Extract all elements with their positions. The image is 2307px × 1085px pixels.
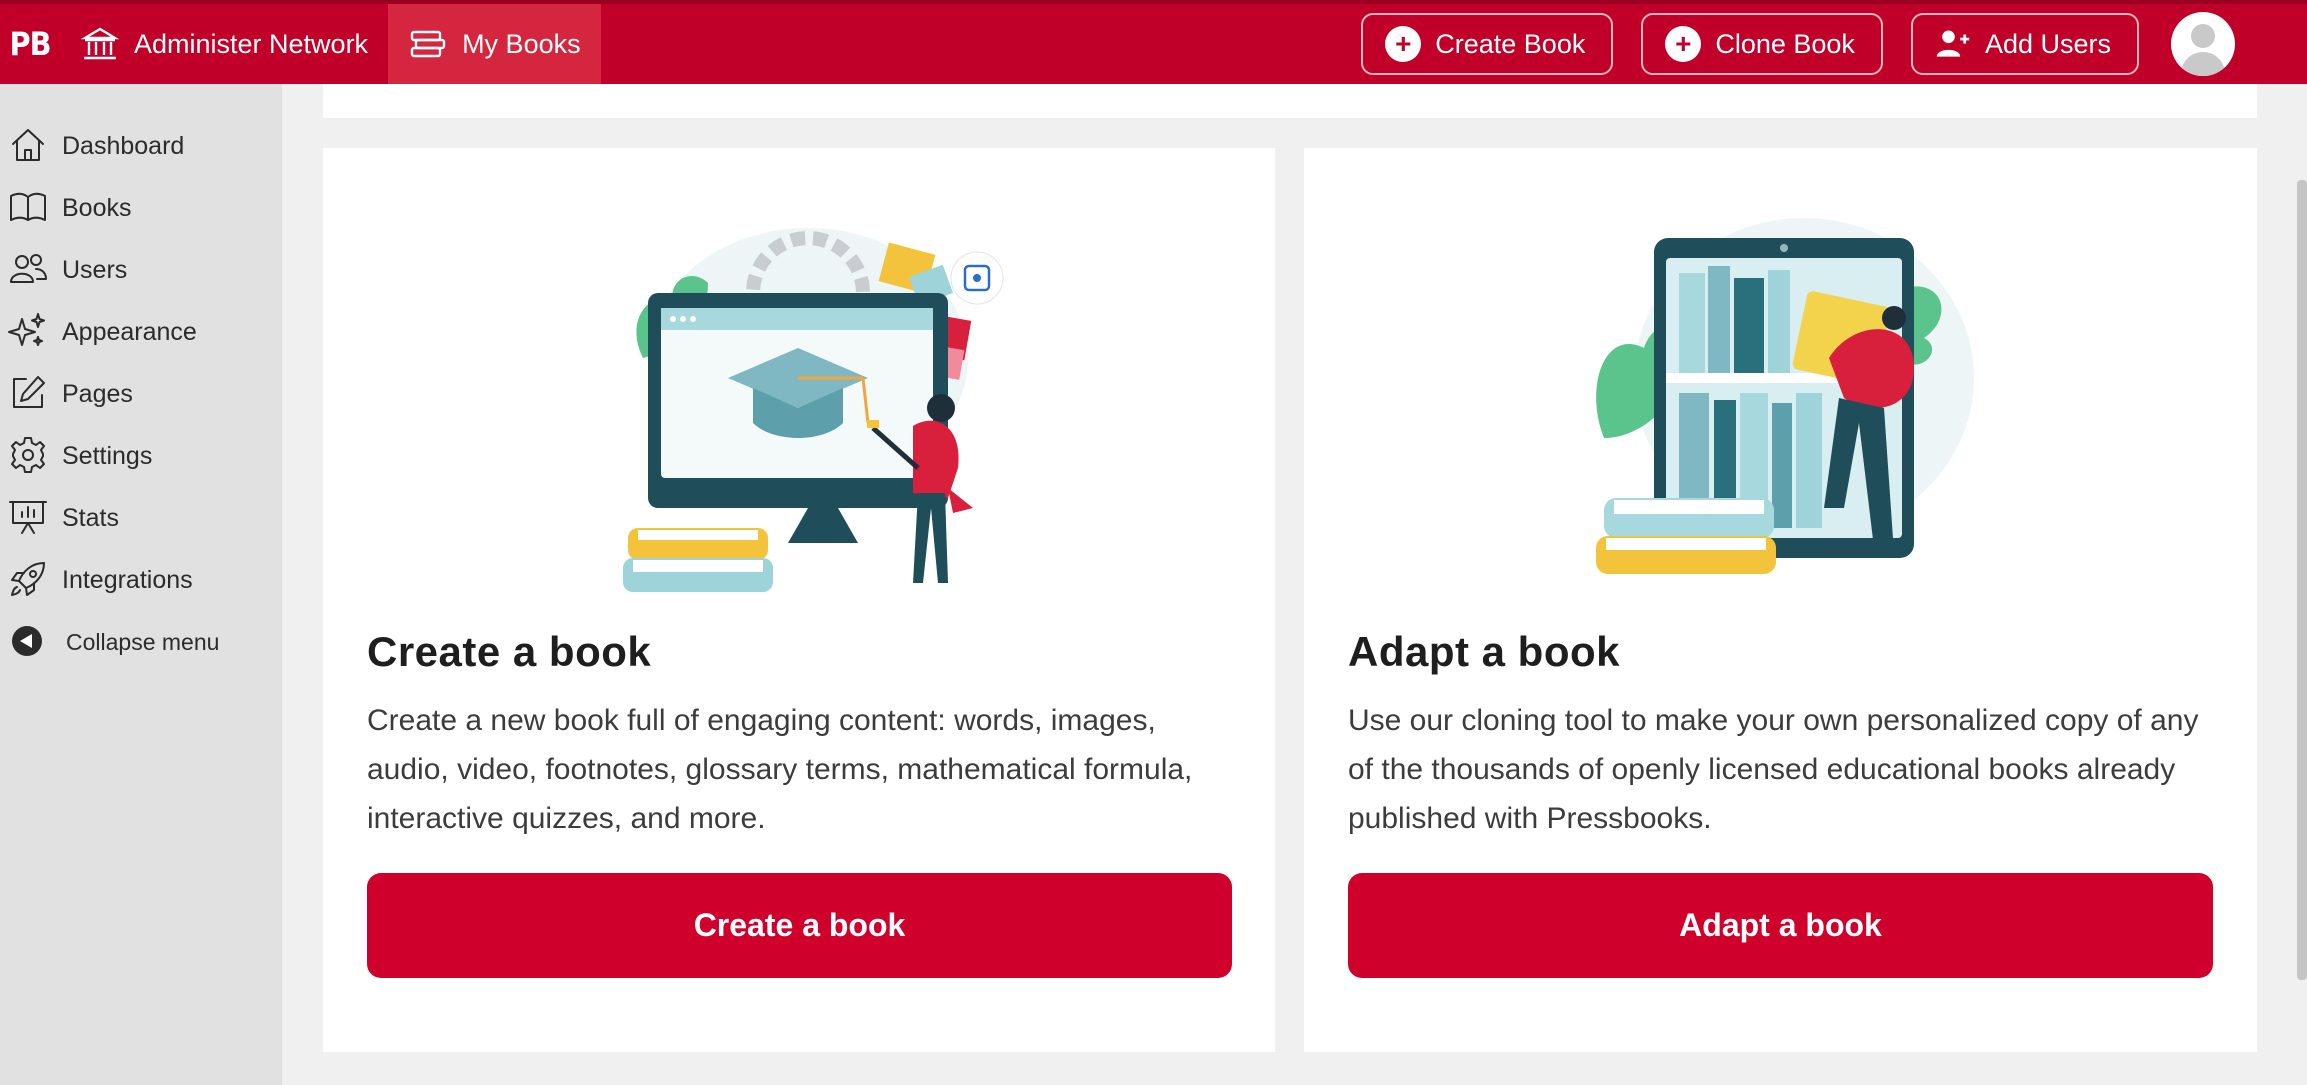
sidebar-item-stats[interactable]: Stats — [0, 486, 282, 548]
button-label: Create Book — [1435, 28, 1586, 59]
sidebar-item-label: Users — [62, 255, 128, 284]
sidebar-item-label: Books — [62, 193, 132, 222]
sidebar-item-pages[interactable]: Pages — [0, 362, 282, 424]
book-open-icon — [10, 192, 46, 221]
nav-label: My Books — [462, 28, 581, 59]
nav-my-books[interactable]: My Books — [388, 4, 601, 84]
sidebar-item-appearance[interactable]: Appearance — [0, 300, 282, 362]
collapse-menu-label: Collapse menu — [66, 628, 220, 655]
top-bar: PB Administer Network My Books + Create … — [0, 0, 2307, 84]
adapt-a-book-button[interactable]: Adapt a book — [1348, 873, 2213, 978]
nav-administer-network[interactable]: Administer Network — [60, 4, 388, 84]
sidebar-item-books[interactable]: Books — [0, 176, 282, 238]
presentation-chart-icon — [9, 501, 47, 534]
adapt-book-illustration — [1596, 218, 1974, 574]
sidebar-item-users[interactable]: Users — [0, 238, 282, 300]
collapse-menu-button[interactable]: Collapse menu — [0, 610, 282, 672]
pencil-square-icon — [13, 376, 45, 408]
clone-icon: + — [1665, 26, 1702, 62]
button-label: Add Users — [1984, 28, 2111, 59]
card-title: Adapt a book — [1348, 628, 1621, 675]
home-icon — [12, 129, 44, 161]
sidebar: Dashboard Books Users Appearance Pages S… — [0, 84, 282, 1085]
users-icon — [10, 254, 47, 283]
create-book-illustration — [623, 228, 1004, 592]
sidebar-item-integrations[interactable]: Integrations — [0, 548, 282, 610]
button-label: Clone Book — [1715, 28, 1855, 59]
add-users-button[interactable]: Add Users — [1910, 13, 2139, 75]
scrollbar[interactable] — [2297, 180, 2307, 980]
gear-icon — [11, 437, 45, 473]
sidebar-item-label: Stats — [62, 503, 119, 532]
rocket-icon — [11, 562, 45, 596]
adapt-book-card: Adapt a book Use our cloning tool to mak… — [1304, 148, 2257, 1052]
card-description: Create a new book full of engaging conte… — [367, 704, 1193, 835]
clone-book-button[interactable]: + Clone Book — [1641, 13, 1883, 75]
create-book-button[interactable]: + Create Book — [1361, 13, 1614, 75]
collapse-arrow-icon — [12, 626, 42, 656]
avatar[interactable] — [2171, 12, 2235, 76]
pressbooks-logo[interactable]: PB — [0, 4, 60, 84]
create-a-book-button[interactable]: Create a book — [367, 873, 1232, 978]
nav-label: Administer Network — [134, 28, 369, 59]
user-plus-icon — [1936, 30, 1970, 57]
sidebar-item-label: Integrations — [62, 565, 193, 594]
card-title: Create a book — [367, 628, 652, 675]
sidebar-item-label: Appearance — [62, 317, 197, 346]
card-description: Use our cloning tool to make your own pe… — [1348, 704, 2199, 835]
sidebar-item-label: Dashboard — [62, 131, 185, 160]
sidebar-item-dashboard[interactable]: Dashboard — [0, 114, 282, 176]
sidebar-item-settings[interactable]: Settings — [0, 424, 282, 486]
building-columns-icon — [80, 27, 120, 60]
sidebar-item-label: Settings — [62, 441, 153, 470]
create-book-card: Create a book Create a new book full of … — [323, 148, 1275, 1052]
books-icon — [410, 30, 446, 58]
plus-circle-icon: + — [1385, 26, 1422, 62]
sparkles-icon — [8, 313, 45, 346]
sidebar-item-label: Pages — [62, 379, 133, 408]
top-content-panel — [323, 84, 2257, 118]
top-actions: + Create Book + Clone Book Add Users — [1361, 4, 2307, 84]
